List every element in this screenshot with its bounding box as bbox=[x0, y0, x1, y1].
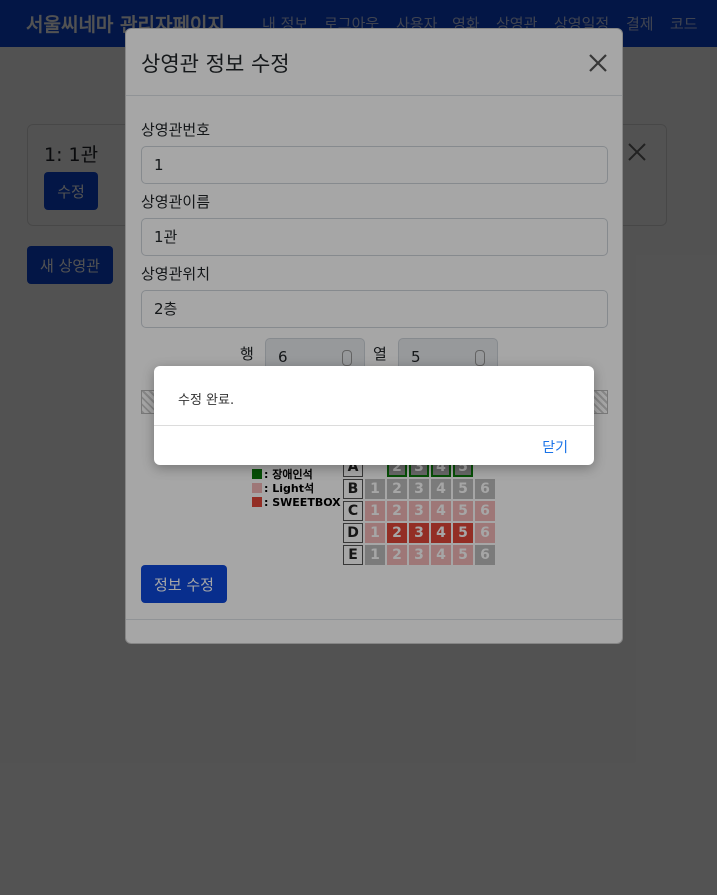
alert-message: 수정 완료. bbox=[178, 393, 235, 408]
alert-close-button[interactable]: 닫기 bbox=[542, 437, 568, 457]
alert-dialog: 수정 완료. 닫기 bbox=[154, 366, 594, 465]
alert-divider bbox=[154, 425, 594, 426]
